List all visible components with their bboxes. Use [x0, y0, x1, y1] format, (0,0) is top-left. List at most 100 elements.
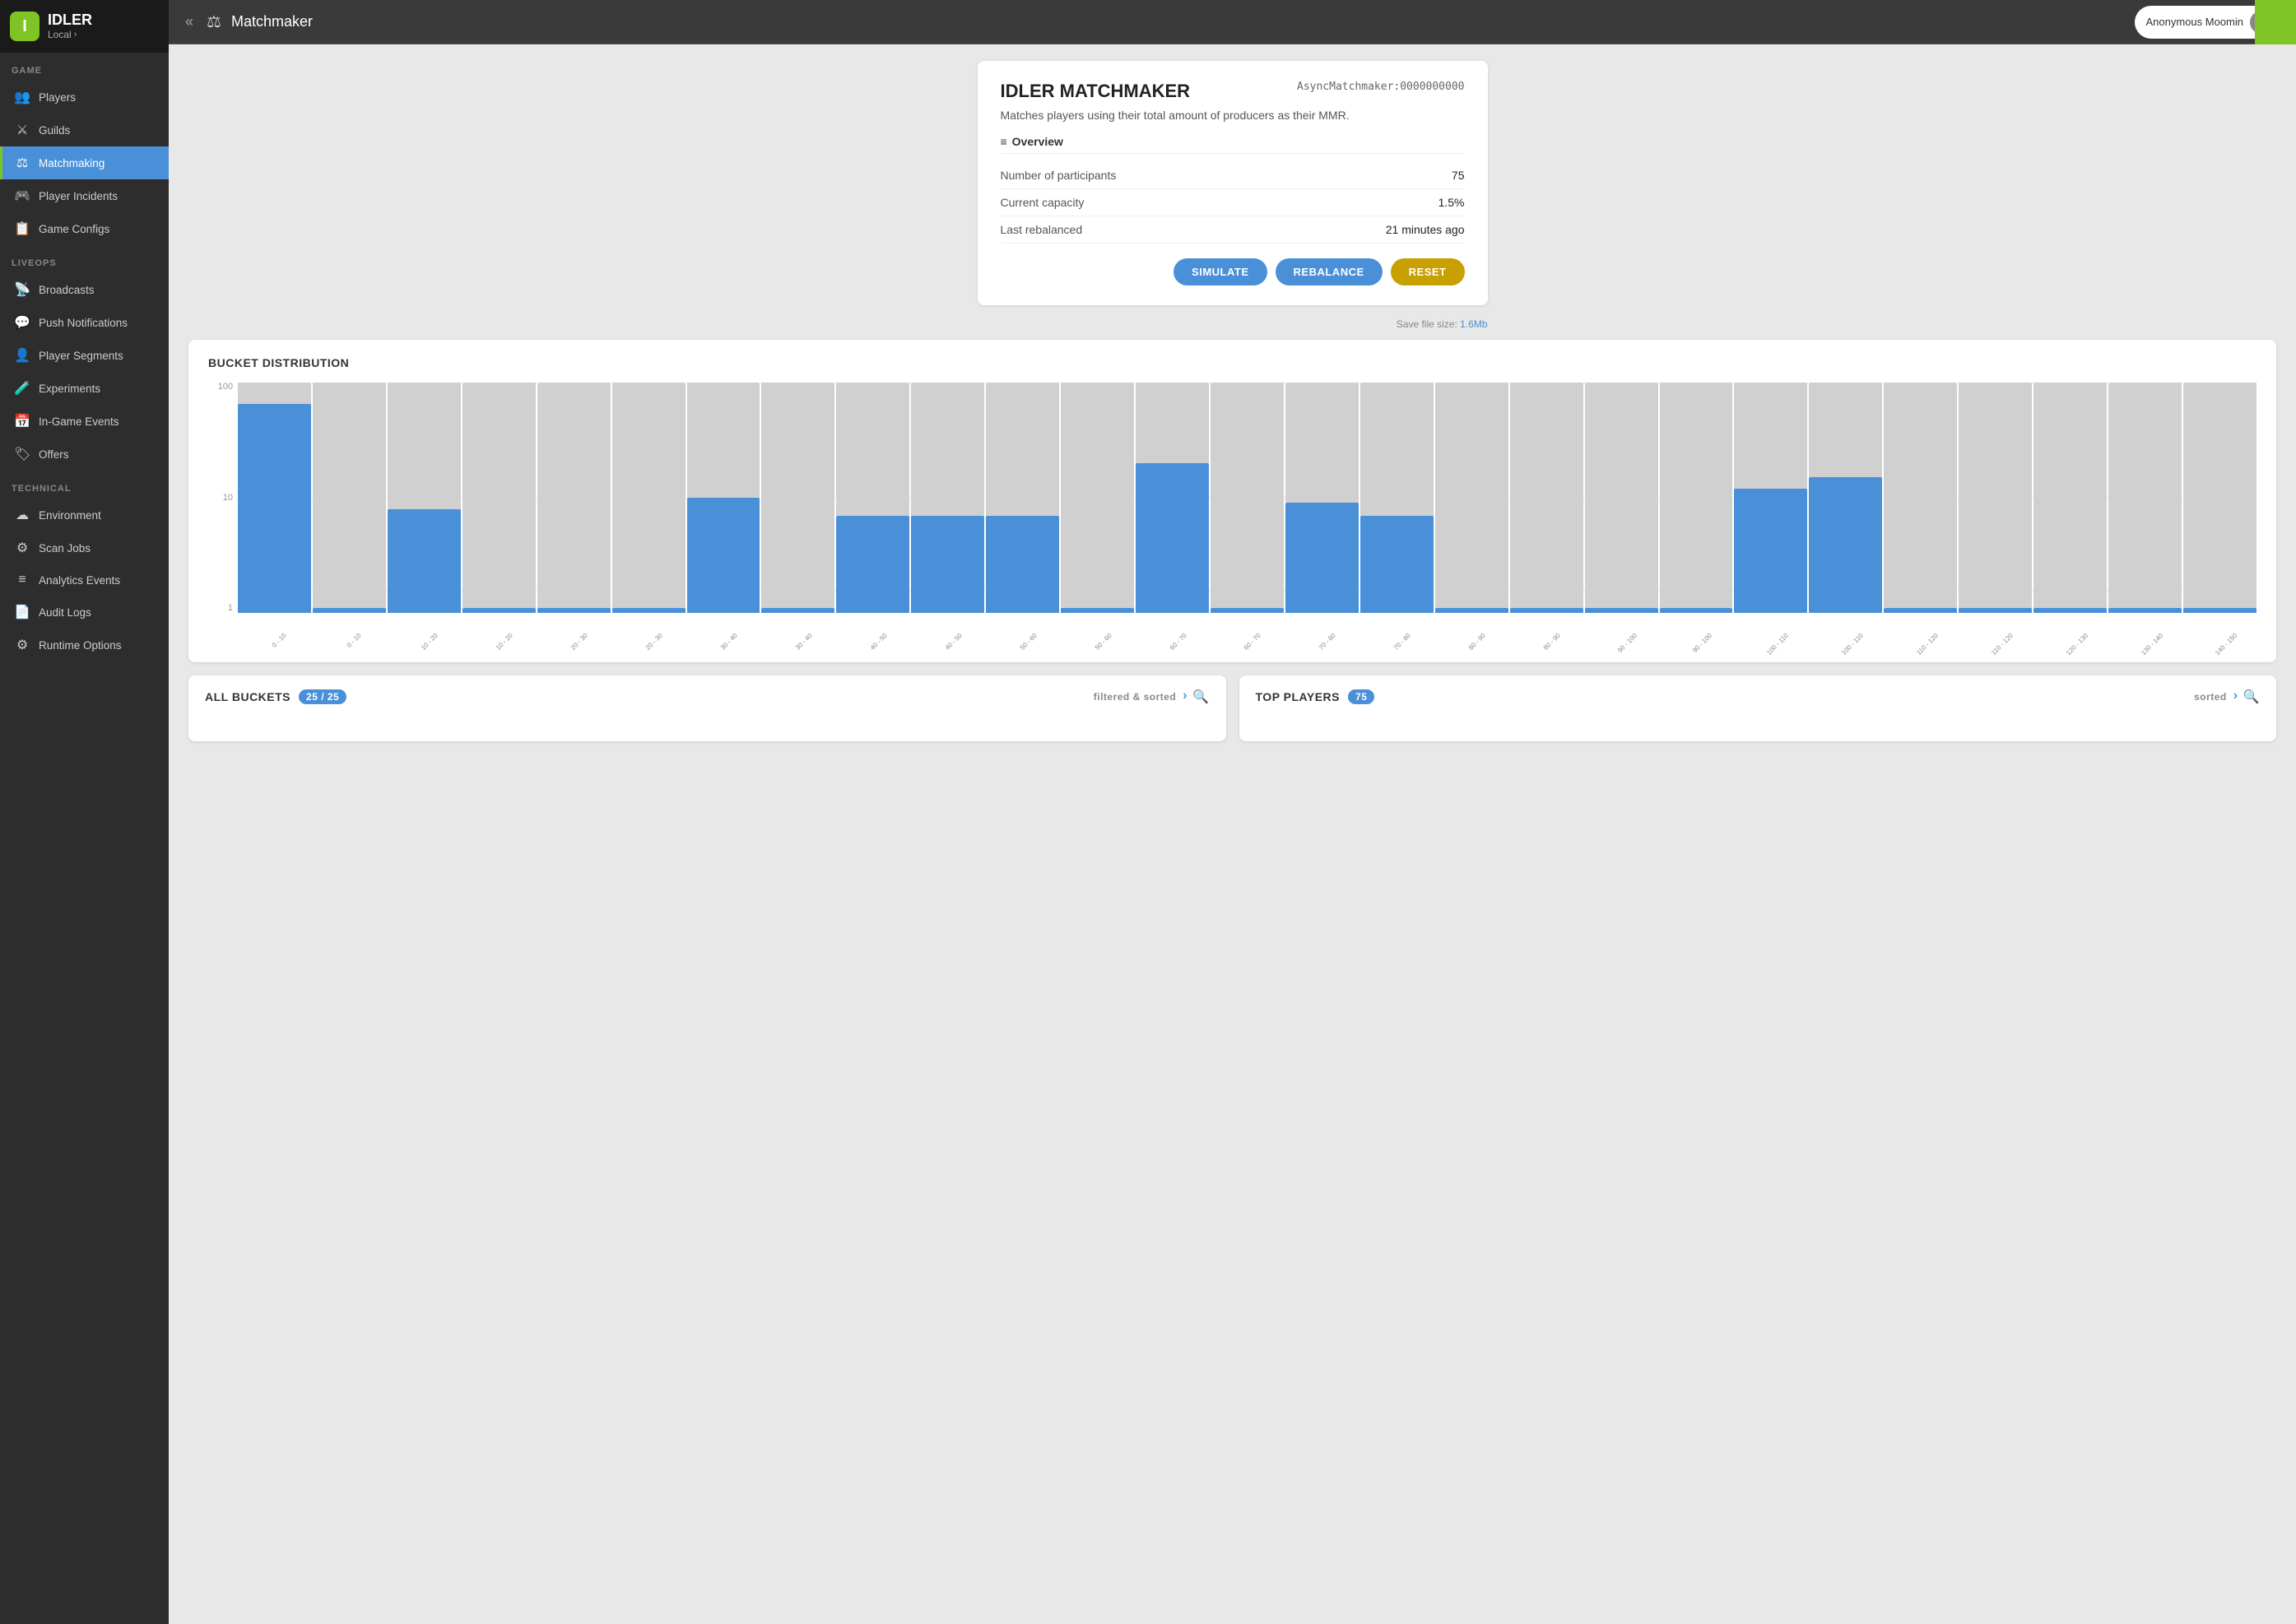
filter-search-icon[interactable]: 🔍 — [1192, 689, 1209, 705]
sidebar-item-label: Scan Jobs — [39, 542, 91, 554]
sidebar-item-label: Audit Logs — [39, 606, 91, 619]
sidebar-item-analytics-events[interactable]: ≡ Analytics Events — [0, 564, 169, 596]
filter-arrow-icon[interactable]: › — [1183, 689, 1188, 705]
bar-group: 70 - 80 — [1285, 383, 1359, 613]
bar-label: 10 - 20 — [420, 632, 439, 652]
sidebar-item-player-incidents[interactable]: 🎮 Player Incidents — [0, 179, 169, 212]
bar-foreground — [388, 509, 461, 613]
bar-label: 10 - 20 — [495, 632, 514, 652]
matchmaker-description: Matches players using their total amount… — [1001, 109, 1465, 122]
collapse-sidebar-button[interactable]: « — [182, 10, 197, 34]
bar-label: 60 - 70 — [1168, 632, 1188, 652]
bar-background — [1061, 383, 1134, 613]
sidebar-item-in-game-events[interactable]: 📅 In-Game Events — [0, 405, 169, 438]
sidebar-item-game-configs[interactable]: 📋 Game Configs — [0, 212, 169, 245]
bar-label: 140 - 150 — [2214, 632, 2238, 657]
runtime-options-icon: ⚙ — [14, 637, 30, 653]
filter-icons[interactable]: › 🔍 — [1183, 689, 1209, 705]
sidebar-item-broadcasts[interactable]: 📡 Broadcasts — [0, 273, 169, 306]
bar-label: 50 - 60 — [1019, 632, 1039, 652]
top-players-title: TOP PLAYERS — [1256, 690, 1341, 703]
sidebar-item-runtime-options[interactable]: ⚙ Runtime Options — [0, 629, 169, 661]
sidebar-item-label: Runtime Options — [39, 639, 122, 652]
user-name: Anonymous Moomin — [2146, 16, 2244, 28]
overview-icon: ≡ — [1001, 135, 1007, 148]
bar-foreground — [1959, 608, 2032, 613]
bar-foreground — [238, 404, 311, 613]
bar-background — [462, 383, 536, 613]
push-notifications-icon: 💬 — [14, 314, 30, 331]
sidebar-item-scan-jobs[interactable]: ⚙ Scan Jobs — [0, 531, 169, 564]
bar-foreground — [836, 516, 909, 613]
sort-label: sorted — [2194, 691, 2227, 703]
bar-group: 60 - 70 — [1136, 383, 1209, 613]
bar-group: 120 - 130 — [2033, 383, 2107, 613]
bar-foreground — [1510, 608, 1583, 613]
bar-background — [1211, 383, 1284, 613]
sidebar-item-offers[interactable]: 🏷 Offers — [0, 438, 169, 471]
sidebar-item-players[interactable]: 👥 Players — [0, 81, 169, 114]
section-game-label: GAME — [0, 53, 169, 81]
sidebar-item-environment[interactable]: ☁ Environment — [0, 499, 169, 531]
simulate-button[interactable]: SIMULATE — [1174, 258, 1267, 285]
bar-label: 20 - 30 — [644, 632, 664, 652]
page-title: Matchmaker — [231, 13, 2125, 30]
bar-group: 20 - 30 — [537, 383, 611, 613]
bar-foreground — [1734, 489, 1807, 613]
section-technical-label: TECHNICAL — [0, 471, 169, 499]
sidebar-item-push-notifications[interactable]: 💬 Push Notifications — [0, 306, 169, 339]
sidebar-item-experiments[interactable]: 🧪 Experiments — [0, 372, 169, 405]
bar-background — [1510, 383, 1583, 613]
bar-foreground — [2108, 608, 2182, 613]
bar-group: 30 - 40 — [761, 383, 834, 613]
bar-foreground — [1211, 608, 1284, 613]
reset-button[interactable]: RESET — [1391, 258, 1465, 285]
bar-group: 50 - 60 — [1061, 383, 1134, 613]
sort-arrow-icon[interactable]: › — [2233, 689, 2238, 705]
matchmaker-id: AsyncMatchmaker:0000000000 — [1297, 81, 1465, 93]
rebalanced-row: Last rebalanced 21 minutes ago — [1001, 216, 1465, 244]
all-buckets-header: ALL BUCKETS 25 / 25 filtered & sorted › … — [205, 689, 1210, 705]
all-buckets-title: ALL BUCKETS — [205, 690, 290, 703]
bar-label: 100 - 110 — [1765, 632, 1790, 657]
sidebar-item-label: Guilds — [39, 124, 70, 137]
sidebar-item-audit-logs[interactable]: 📄 Audit Logs — [0, 596, 169, 629]
sidebar-logo[interactable]: I IDLER Local › — [0, 0, 169, 53]
bar-label: 50 - 60 — [1093, 632, 1113, 652]
environment-icon: ☁ — [14, 507, 30, 523]
bar-label: 30 - 40 — [719, 632, 739, 652]
sort-search-icon[interactable]: 🔍 — [2243, 689, 2260, 705]
sidebar-item-player-segments[interactable]: 👤 Player Segments — [0, 339, 169, 372]
bar-group: 20 - 30 — [612, 383, 686, 613]
bar-foreground — [687, 498, 760, 613]
bar-foreground — [1809, 477, 1882, 613]
app-name: IDLER — [48, 12, 92, 29]
rebalance-button[interactable]: REBALANCE — [1276, 258, 1383, 285]
bar-foreground — [2183, 608, 2256, 613]
audit-logs-icon: 📄 — [14, 604, 30, 620]
participants-row: Number of participants 75 — [1001, 162, 1465, 189]
participants-label: Number of participants — [1001, 169, 1117, 182]
bar-label: 80 - 90 — [1467, 632, 1487, 652]
bar-group: 0 - 10 — [238, 383, 311, 613]
bar-label: 70 - 80 — [1318, 632, 1337, 652]
sort-icons[interactable]: › 🔍 — [2233, 689, 2260, 705]
save-file-size-link[interactable]: 1.6Mb — [1460, 318, 1487, 330]
app-logo-icon: I — [10, 12, 40, 41]
save-file-prefix: Save file size: — [1397, 318, 1460, 330]
green-accent-bar — [2255, 0, 2296, 44]
bar-group: 10 - 20 — [462, 383, 536, 613]
game-configs-icon: 📋 — [14, 220, 30, 237]
sidebar-item-matchmaking[interactable]: ⚖ Matchmaking — [0, 146, 169, 179]
bar-background — [612, 383, 686, 613]
bar-label: 110 - 120 — [1915, 632, 1940, 657]
bar-label: 90 - 100 — [1616, 632, 1638, 654]
bar-background — [1660, 383, 1733, 613]
info-card-actions: SIMULATE REBALANCE RESET — [1001, 258, 1465, 285]
bar-foreground — [1136, 463, 1209, 613]
bar-foreground — [911, 516, 984, 613]
bar-group: 0 - 10 — [313, 383, 386, 613]
sidebar-item-guilds[interactable]: ⚔ Guilds — [0, 114, 169, 146]
bar-label: 90 - 100 — [1691, 632, 1713, 654]
sidebar-item-label: Offers — [39, 448, 69, 461]
